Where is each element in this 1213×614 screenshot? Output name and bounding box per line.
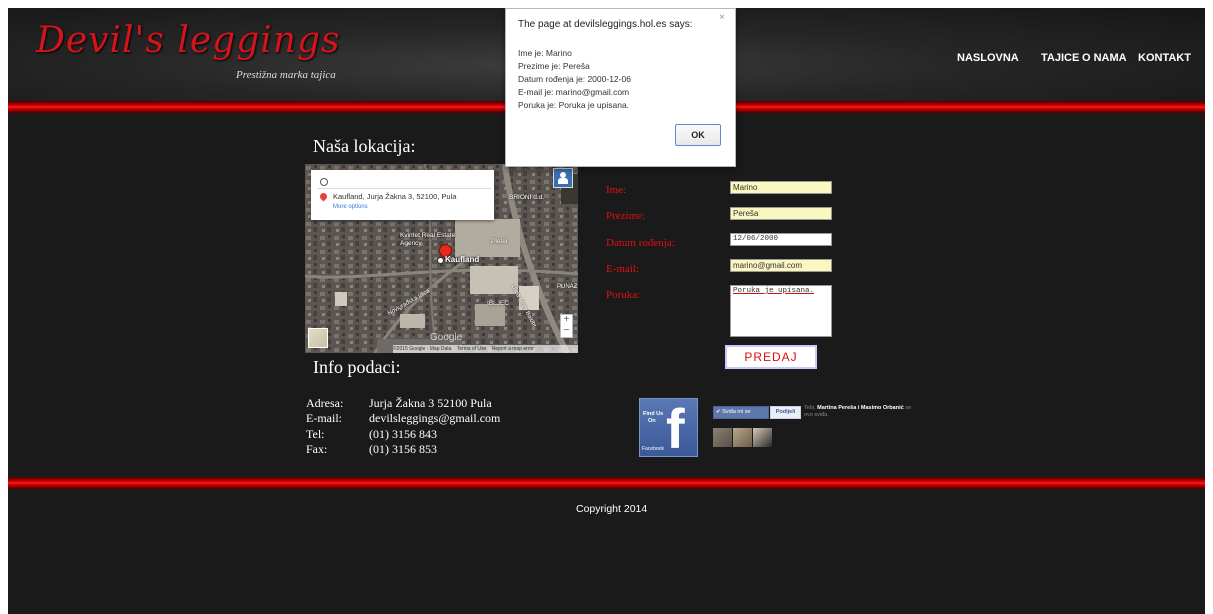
info-title: Info podaci:: [313, 357, 401, 377]
origin-dot-icon: [320, 178, 328, 186]
map-place-address: Kaufland, Jurja Žakna 3, 52100, Pula: [333, 192, 457, 201]
friend-avatar[interactable]: [713, 428, 732, 447]
footer-copyright: Copyright 2014: [576, 503, 648, 515]
facebook-badge-line1: Find Us: [643, 411, 664, 417]
map-attribution-bar: ©2015 Google · Map Data Terms of Use Rep…: [393, 345, 578, 353]
nav-naslovna[interactable]: NASLOVNA: [957, 52, 1019, 64]
label-datum-rodenja: Datum rođenja:: [606, 237, 675, 249]
map[interactable]: Kaufland, Jurja Žakna 3, 52100, Pula Mor…: [305, 164, 578, 353]
textarea-poruka[interactable]: Poruka je upisana.: [730, 285, 832, 337]
dialog-line: E-mail je: marino@gmail.com: [518, 87, 630, 97]
map-marker-label: Kaufland: [445, 255, 480, 264]
facebook-badge-bottom: Facebook: [642, 446, 664, 452]
dialog-line: Ime je: Marino: [518, 48, 572, 58]
like-social-text: Tebi, Martina Pereša i Masimo Orbanić se…: [804, 405, 914, 419]
google-logo: Google: [430, 332, 463, 343]
friend-avatar[interactable]: [753, 428, 772, 447]
dialog-line: Prezime je: Pereša: [518, 61, 590, 71]
map-place-card: Kaufland, Jurja Žakna 3, 52100, Pula Mor…: [311, 170, 494, 220]
footer-divider: [8, 477, 1205, 489]
map-label: Pleter: [491, 238, 508, 245]
like-button[interactable]: ✔ Sviđa mi se: [713, 406, 769, 419]
alert-dialog: The page at devilsleggings.hol.es says: …: [505, 8, 736, 167]
facebook-badge-line2: On: [648, 418, 656, 424]
map-zoom-control[interactable]: + −: [560, 314, 573, 338]
info-key-email: E-mail:: [306, 411, 342, 425]
friend-avatar[interactable]: [733, 428, 752, 447]
facebook-f-icon: f: [666, 398, 685, 457]
thumbs-up-icon: ✔: [716, 409, 721, 415]
label-poruka: Poruka:: [606, 289, 641, 301]
map-type-thumbnail[interactable]: [308, 328, 328, 348]
dialog-ok-button[interactable]: OK: [675, 124, 721, 146]
info-key-tel: Tel:: [306, 427, 325, 441]
dialog-title: The page at devilsleggings.hol.es says:: [518, 19, 693, 30]
label-ime: Ime:: [606, 184, 627, 196]
street-view-icon[interactable]: [553, 168, 573, 188]
info-value-tel: (01) 3156 843: [369, 427, 437, 441]
label-prezime: Prezime:: [606, 210, 646, 222]
nav-kontakt[interactable]: KONTAKT: [1138, 52, 1191, 64]
map-label: Kvintet Real Estate Agency: [400, 232, 456, 247]
input-email[interactable]: marino@gmail.com: [730, 259, 832, 272]
submit-button[interactable]: PREDAJ: [725, 345, 817, 369]
info-key-adresa: Adresa:: [306, 396, 344, 410]
like-friends[interactable]: Martina Pereša i Masimo Orbanić: [817, 405, 904, 411]
facebook-badge[interactable]: Find Us On f Facebook: [639, 398, 698, 457]
site-tagline: Prestižna marka tajica: [236, 69, 336, 81]
share-button[interactable]: Podijeli: [770, 406, 801, 419]
marker-dot-icon: [437, 257, 444, 264]
map-label: IBLJEC: [487, 300, 510, 307]
pin-icon: [318, 191, 329, 202]
map-copyright: ©2015 Google · Map Data: [393, 346, 452, 352]
info-key-fax: Fax:: [306, 442, 328, 456]
info-value-adresa: Jurja Žakna 3 52100 Pula: [369, 396, 492, 410]
dialog-line: Poruka je: Poruka je upisana.: [518, 100, 630, 110]
input-prezime[interactable]: Pereša: [730, 207, 832, 220]
page: Devil's leggings Prestižna marka tajica …: [8, 8, 1205, 614]
map-label: PUNAZ: [557, 284, 578, 290]
like-text-you: Tebi,: [804, 405, 816, 411]
card-divider: [317, 188, 491, 189]
zoom-out-icon[interactable]: −: [561, 325, 572, 336]
nav-tajice[interactable]: TAJICE: [1041, 52, 1079, 64]
site-logo[interactable]: Devil's leggings: [36, 20, 340, 61]
label-email: E-mail:: [606, 263, 639, 275]
dialog-line: Datum rođenja je: 2000-12-06: [518, 74, 631, 84]
input-ime[interactable]: Marino: [730, 181, 832, 194]
dialog-close-icon[interactable]: ×: [719, 12, 725, 23]
info-value-email: devilsleggings@gmail.com: [369, 411, 501, 425]
zoom-in-icon[interactable]: +: [561, 314, 572, 325]
location-title: Naša lokacija:: [313, 136, 416, 156]
input-datum-rodenja[interactable]: 12/06/2000: [730, 233, 832, 246]
map-label: BRIONI d.d.: [509, 194, 545, 201]
info-value-fax: (01) 3156 853: [369, 442, 437, 456]
map-terms-link[interactable]: Terms of Use: [457, 346, 486, 352]
map-more-options[interactable]: More options: [333, 204, 368, 210]
like-label: Sviđa mi se: [722, 409, 751, 415]
nav-o-nama[interactable]: O NAMA: [1082, 52, 1127, 64]
map-report-link[interactable]: Report a map error: [492, 346, 534, 352]
